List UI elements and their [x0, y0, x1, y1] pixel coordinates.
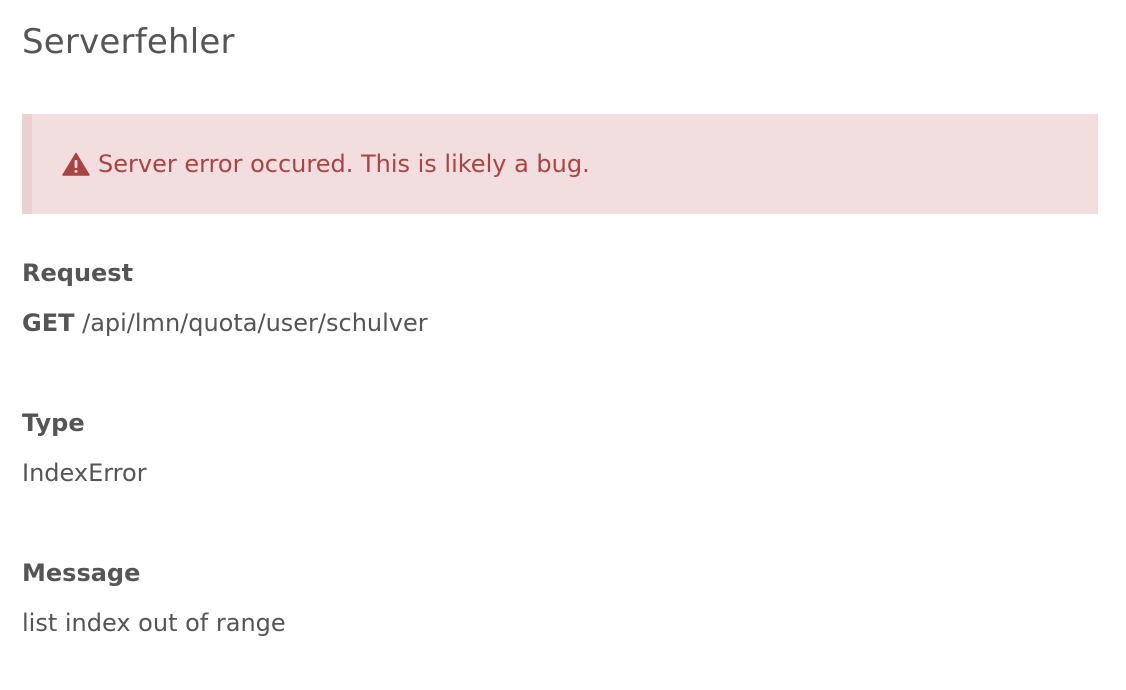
message-value: list index out of range [22, 609, 286, 637]
request-path: /api/lmn/quota/user/schulver [82, 309, 428, 337]
request-label: Request [22, 259, 134, 287]
type-value: IndexError [22, 459, 147, 487]
page-title: Serverfehler [22, 22, 235, 62]
request-method: GET [22, 309, 75, 337]
message-label: Message [22, 559, 141, 587]
type-label: Type [22, 409, 85, 437]
alert-message: Server error occured. This is likely a b… [98, 150, 590, 178]
error-alert: Server error occured. This is likely a b… [22, 114, 1098, 214]
warning-triangle-icon [62, 151, 90, 177]
request-value: GET /api/lmn/quota/user/schulver [22, 308, 428, 338]
